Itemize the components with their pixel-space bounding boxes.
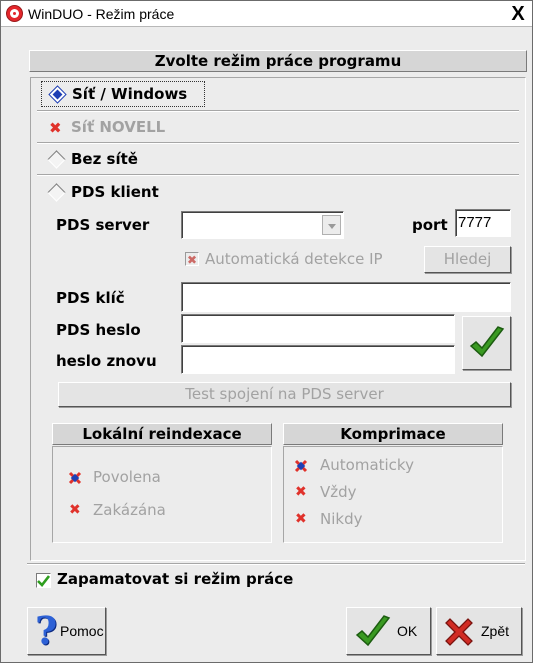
- pds-server-label: PDS server: [56, 216, 150, 234]
- x-mark-icon: ✖: [295, 484, 307, 500]
- chevron-down-icon: [328, 224, 336, 229]
- dialog-window: WinDUO - Režim práce X Zvolte režim prác…: [0, 0, 533, 663]
- compress-header: Komprimace: [283, 423, 503, 445]
- help-button-label: Pomoc: [60, 623, 104, 639]
- x-mark-icon: ✖: [295, 511, 307, 527]
- port-label: port: [412, 216, 448, 234]
- confirm-password-button[interactable]: [462, 316, 511, 370]
- pds-key-field[interactable]: [181, 282, 511, 312]
- pds-password-field[interactable]: [181, 314, 455, 343]
- ok-button[interactable]: OK: [346, 607, 431, 655]
- mode-divider: [37, 110, 519, 112]
- autodetect-ip-checkbox[interactable]: ✖ Automatická detekce IP: [181, 247, 421, 271]
- radio-selected-icon: [294, 459, 308, 473]
- window-title: WinDUO - Režim práce: [28, 6, 175, 22]
- bottom-divider: [27, 563, 525, 565]
- mode-no-network[interactable]: Bez sítě: [41, 147, 241, 171]
- radio-unselected-icon: [47, 150, 66, 169]
- question-mark-icon: ?: [35, 608, 58, 653]
- mode-divider: [37, 174, 519, 176]
- remember-mode-checkbox[interactable]: Zapamatovat si režim práce: [36, 569, 336, 591]
- radio-selected-icon: [68, 471, 82, 485]
- pds-server-combo[interactable]: [181, 211, 344, 239]
- pds-key-label: PDS klíč: [56, 289, 125, 307]
- port-field[interactable]: 7777: [455, 209, 511, 237]
- close-button[interactable]: X: [507, 3, 529, 25]
- reindex-header: Lokální reindexace: [52, 423, 272, 445]
- mode-network-windows[interactable]: Síť / Windows: [41, 81, 205, 107]
- red-x-icon: [445, 618, 473, 646]
- title-bar: WinDUO - Režim práce X: [1, 1, 532, 27]
- dropdown-button[interactable]: [322, 215, 341, 235]
- checkbox-checked-icon: [36, 573, 51, 588]
- mode-network-windows-label: Síť / Windows: [72, 85, 187, 103]
- mode-label-text: Síť / Windows: [72, 85, 188, 103]
- mode-section-header: Zvolte režim práce programu: [29, 50, 527, 72]
- mode-network-novell: ✖ Síť NOVELL: [41, 115, 241, 139]
- compress-option-auto[interactable]: Automaticky: [292, 456, 472, 476]
- mode-network-novell-label: Síť NOVELL: [71, 118, 166, 136]
- pds-password-label: PDS heslo: [56, 321, 141, 339]
- x-mark-icon: ✖: [187, 253, 198, 267]
- checkbox-disabled-icon: ✖: [185, 252, 199, 267]
- help-button[interactable]: ? Pomoc: [27, 607, 106, 655]
- back-button[interactable]: Zpět: [436, 607, 522, 655]
- ok-button-label: OK: [397, 623, 418, 639]
- compress-option-never[interactable]: ✖ Nikdy: [292, 510, 472, 530]
- mode-divider: [37, 142, 519, 144]
- password-repeat-label: heslo znovu: [56, 352, 157, 370]
- reindex-option-disabled[interactable]: ✖ Zakázána: [66, 501, 226, 521]
- radio-selected-icon: [48, 85, 67, 104]
- checkmark-icon: [469, 326, 505, 358]
- radio-unselected-icon: [47, 183, 66, 202]
- reindex-option-allowed[interactable]: Povolena: [66, 468, 226, 488]
- port-value: 7777: [458, 214, 492, 231]
- back-button-label: Zpět: [481, 623, 510, 639]
- compress-option-always[interactable]: ✖ Vždy: [292, 483, 472, 503]
- mode-no-network-label: Bez sítě: [71, 150, 138, 168]
- reindex-group: [52, 446, 272, 543]
- mode-pds-client[interactable]: PDS klient: [41, 180, 241, 204]
- x-mark-icon: ✖: [49, 119, 62, 137]
- reindex-allowed-label: Povolena: [93, 468, 161, 486]
- reindex-disabled-label: Zakázána: [93, 501, 166, 519]
- x-mark-icon: ✖: [69, 502, 81, 518]
- compress-auto-label: Automaticky: [320, 456, 414, 474]
- mode-pds-client-label: PDS klient: [71, 183, 159, 201]
- test-connection-button[interactable]: Test spojení na PDS server: [58, 382, 511, 407]
- compress-always-label: Vždy: [320, 483, 357, 501]
- checkmark-icon: [355, 615, 391, 647]
- checkmark-icon: [37, 575, 50, 587]
- app-logo-icon: [6, 5, 23, 22]
- password-repeat-field[interactable]: [181, 345, 455, 374]
- compress-never-label: Nikdy: [320, 510, 363, 528]
- autodetect-ip-label: Automatická detekce IP: [205, 250, 383, 268]
- find-button[interactable]: Hledej: [424, 246, 511, 273]
- remember-mode-label: Zapamatovat si režim práce: [57, 570, 294, 588]
